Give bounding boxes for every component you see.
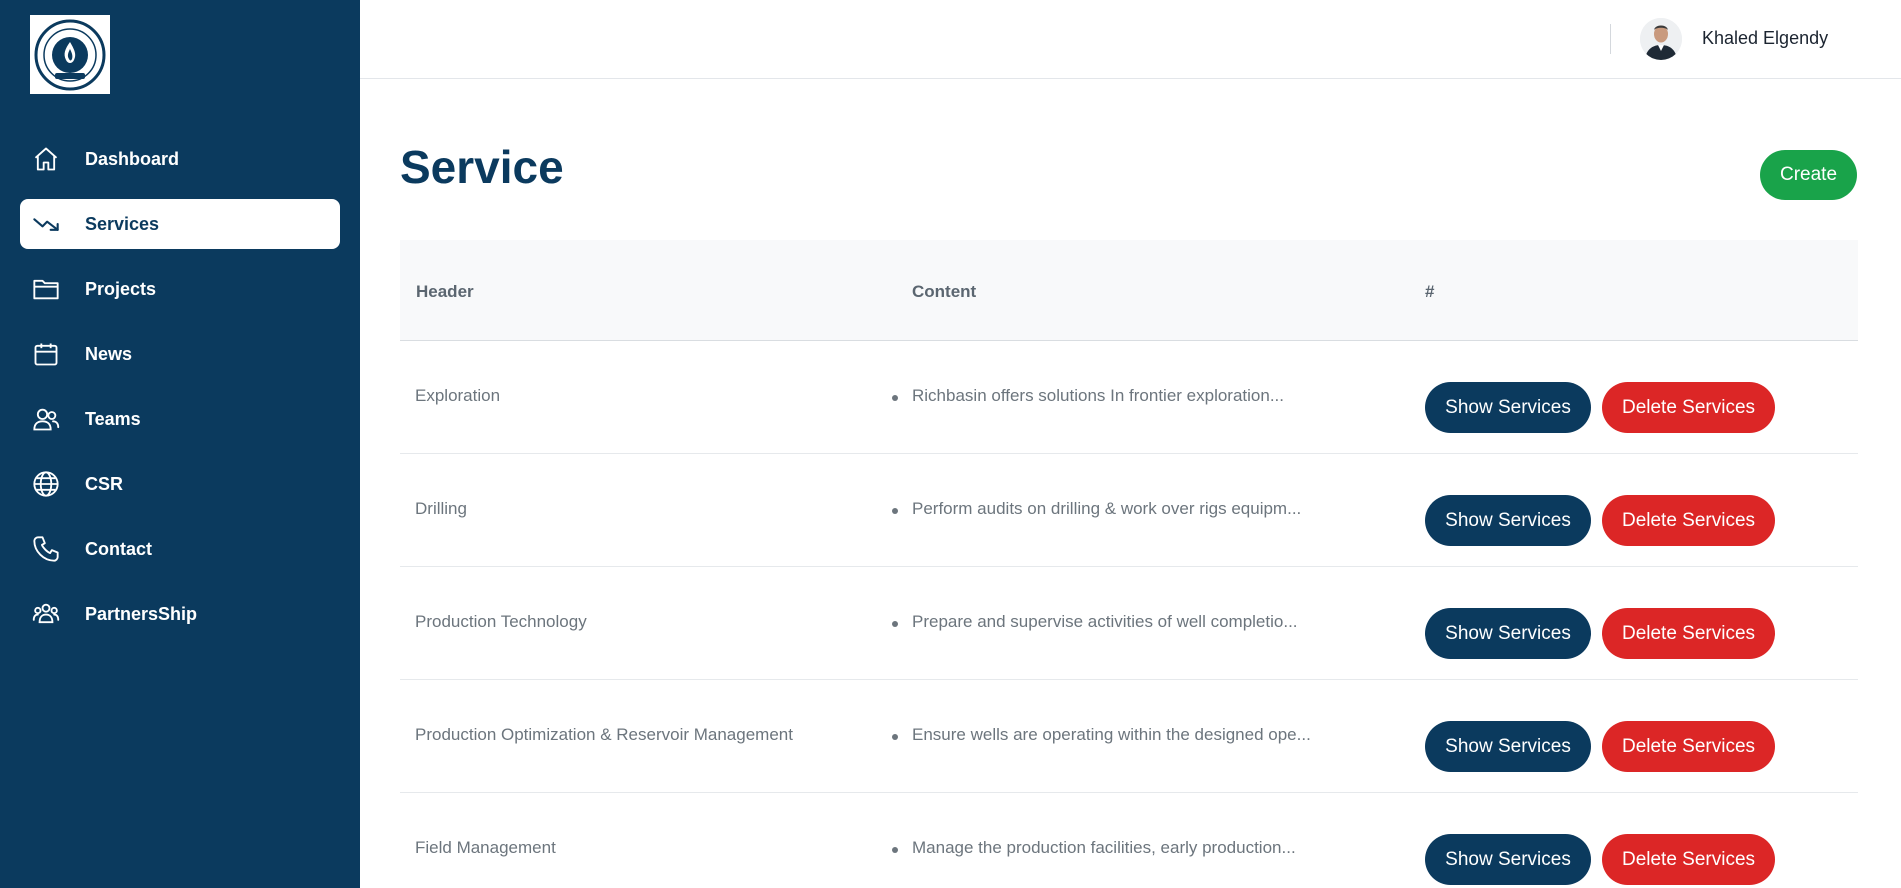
show-services-button[interactable]: Show Services xyxy=(1425,495,1591,546)
sidebar-item-dashboard[interactable]: Dashboard xyxy=(20,134,340,184)
table-row: Exploration Richbasin offers solutions I… xyxy=(400,341,1858,454)
avatar[interactable] xyxy=(1640,18,1682,60)
row-header: Exploration xyxy=(415,386,501,405)
sidebar-item-partnership[interactable]: PartnersShip xyxy=(20,589,340,639)
show-services-button[interactable]: Show Services xyxy=(1425,721,1591,772)
page-title: Service xyxy=(400,141,564,193)
table-row: Drilling Perform audits on drilling & wo… xyxy=(400,454,1858,567)
delete-services-button[interactable]: Delete Services xyxy=(1602,721,1775,772)
show-services-button[interactable]: Show Services xyxy=(1425,382,1591,433)
row-content: Ensure wells are operating within the de… xyxy=(912,725,1311,744)
users-icon xyxy=(30,403,62,435)
table-row: Field Management Manage the production f… xyxy=(400,793,1858,888)
delete-services-button[interactable]: Delete Services xyxy=(1602,382,1775,433)
globe-icon xyxy=(30,468,62,500)
services-table: Header Content # Exploration Richbasin o… xyxy=(400,240,1858,888)
bullet-icon xyxy=(892,508,898,514)
sidebar-item-teams[interactable]: Teams xyxy=(20,394,340,444)
sidebar-item-label: Services xyxy=(85,213,160,234)
column-content: Content xyxy=(912,282,977,301)
row-header: Production Technology xyxy=(415,612,587,631)
sidebar-item-label: CSR xyxy=(85,473,124,494)
sidebar-item-services[interactable]: Services xyxy=(20,199,340,249)
row-content: Manage the production facilities, early … xyxy=(912,838,1296,857)
sidebar-item-csr[interactable]: CSR xyxy=(20,459,340,509)
sidebar-item-news[interactable]: News xyxy=(20,329,340,379)
table-row: Production Optimization & Reservoir Mana… xyxy=(400,680,1858,793)
row-header: Field Management xyxy=(415,838,556,857)
partners-icon xyxy=(30,598,62,630)
user-avatar-icon xyxy=(1640,18,1682,60)
delete-services-button[interactable]: Delete Services xyxy=(1602,834,1775,885)
phone-icon xyxy=(30,533,62,565)
show-services-button[interactable]: Show Services xyxy=(1425,608,1591,659)
row-header: Production Optimization & Reservoir Mana… xyxy=(415,725,793,744)
sidebar-item-label: News xyxy=(85,343,133,364)
sidebar-item-label: Contact xyxy=(85,538,152,559)
row-content: Richbasin offers solutions In frontier e… xyxy=(912,386,1284,405)
topbar-divider xyxy=(1610,24,1611,54)
folder-icon xyxy=(30,273,62,305)
bullet-icon xyxy=(892,734,898,740)
row-header: Drilling xyxy=(415,499,467,518)
sidebar-item-contact[interactable]: Contact xyxy=(20,524,340,574)
sidebar-nav: Dashboard Services Projects News Teams C… xyxy=(0,134,360,654)
top-bar: Khaled Elgendy xyxy=(360,0,1901,79)
bullet-icon xyxy=(892,847,898,853)
sidebar-item-projects[interactable]: Projects xyxy=(20,264,340,314)
delete-services-button[interactable]: Delete Services xyxy=(1602,495,1775,546)
column-actions: # xyxy=(1425,282,1435,301)
sidebar: Dashboard Services Projects News Teams C… xyxy=(0,0,360,888)
home-icon xyxy=(30,143,62,175)
sidebar-item-label: Teams xyxy=(85,408,141,429)
row-content: Perform audits on drilling & work over r… xyxy=(912,499,1302,518)
sidebar-item-label: Dashboard xyxy=(85,148,180,169)
trend-down-icon xyxy=(30,208,62,240)
create-button[interactable]: Create xyxy=(1760,150,1857,200)
calendar-icon xyxy=(30,338,62,370)
delete-services-button[interactable]: Delete Services xyxy=(1602,608,1775,659)
bullet-icon xyxy=(892,621,898,627)
user-name[interactable]: Khaled Elgendy xyxy=(1702,28,1828,49)
show-services-button[interactable]: Show Services xyxy=(1425,834,1591,885)
bullet-icon xyxy=(892,395,898,401)
logo-emblem-icon xyxy=(34,19,106,90)
column-header: Header xyxy=(416,282,474,301)
table-row: Production Technology Prepare and superv… xyxy=(400,567,1858,680)
sidebar-item-label: Projects xyxy=(85,278,157,299)
row-content: Prepare and supervise activities of well… xyxy=(912,612,1298,631)
company-logo[interactable] xyxy=(30,15,110,94)
table-header: Header Content # xyxy=(400,240,1858,341)
sidebar-item-label: PartnersShip xyxy=(85,603,198,624)
